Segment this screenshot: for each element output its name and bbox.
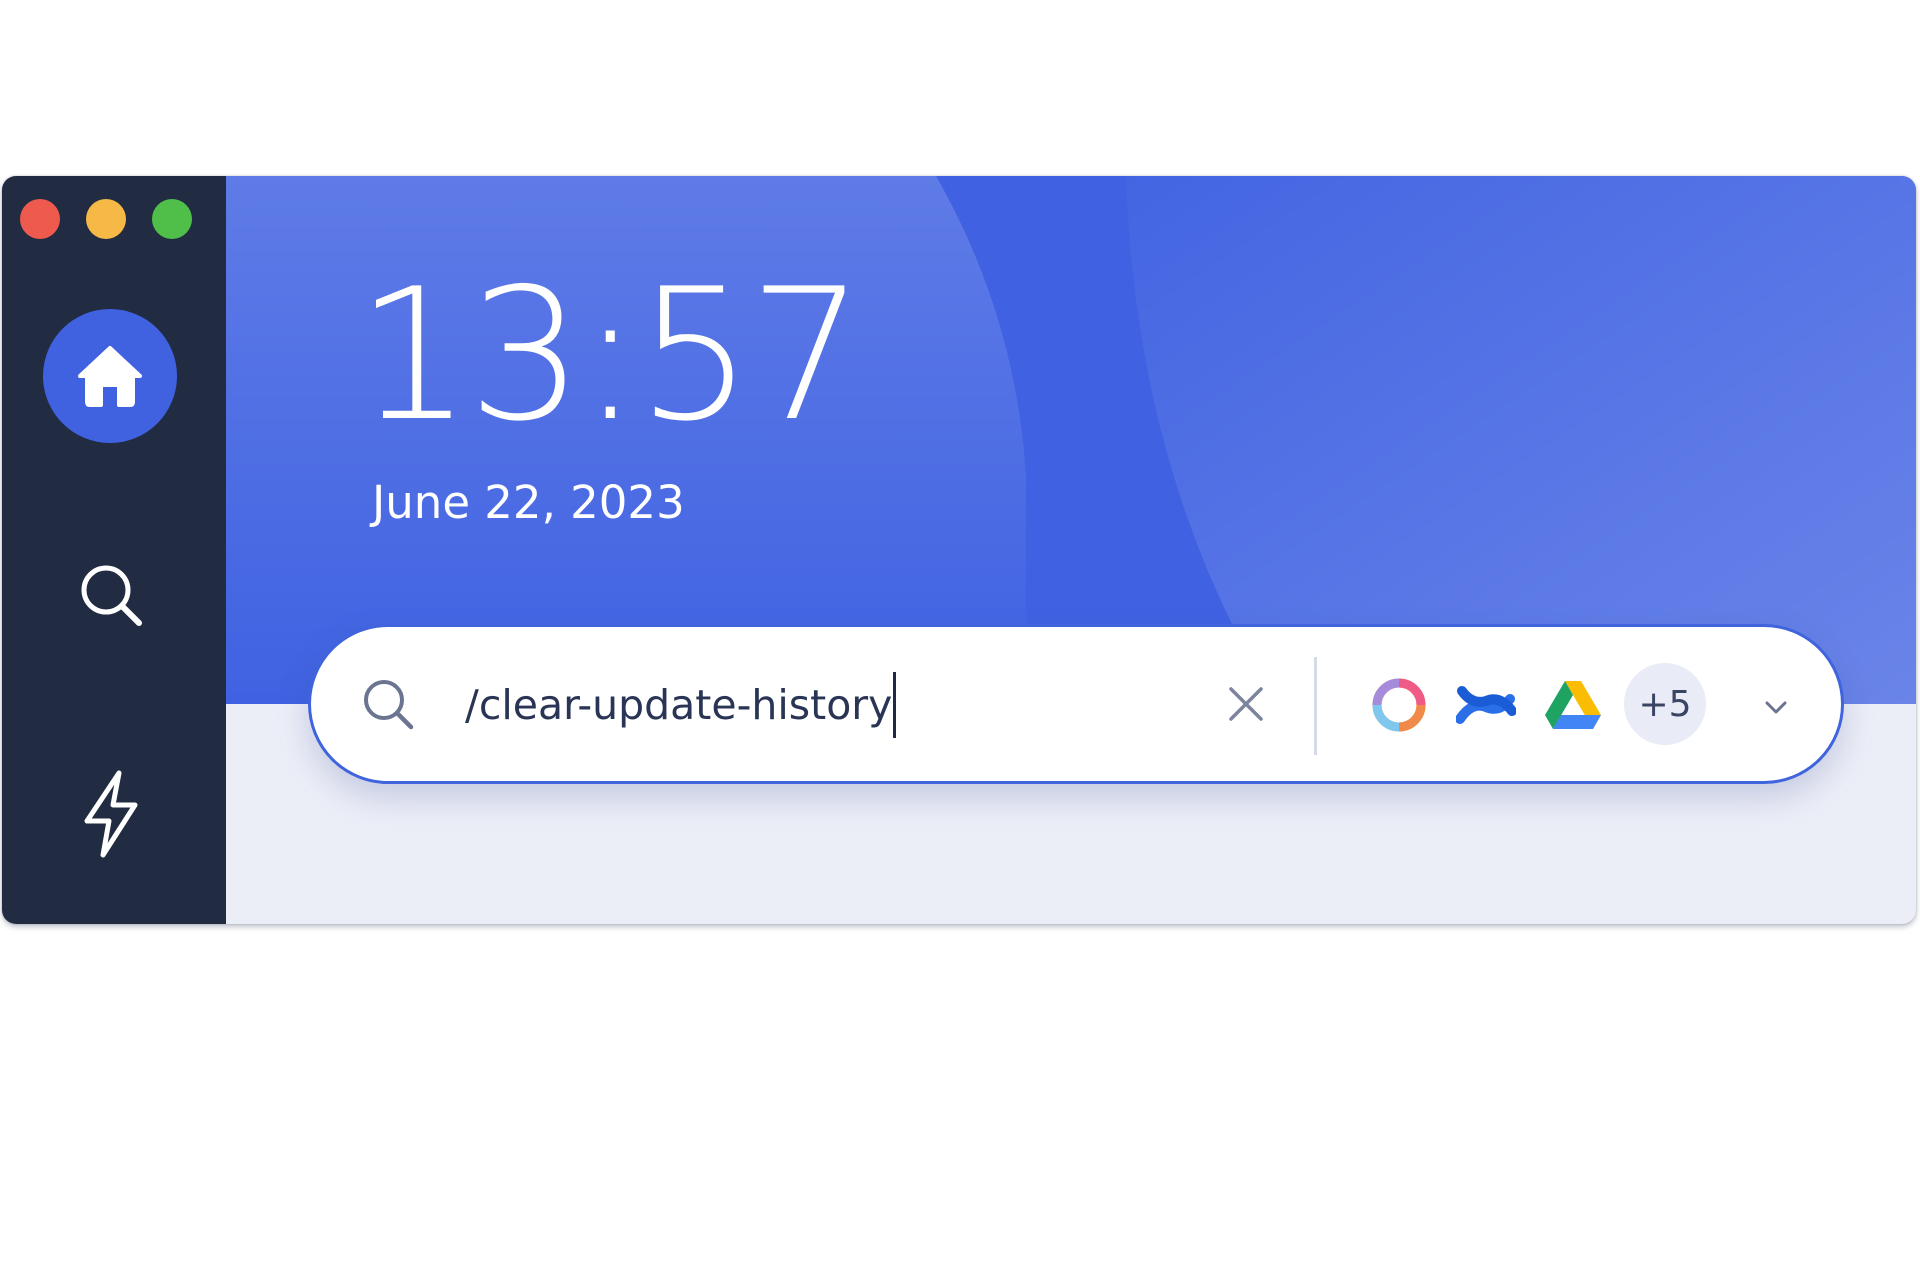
- chevron-down-icon[interactable]: [1759, 693, 1793, 721]
- sidebar-item-search[interactable]: [72, 556, 150, 634]
- colorful-ring-app-icon[interactable]: [1369, 675, 1429, 735]
- google-drive-icon[interactable]: [1543, 675, 1603, 735]
- sidebar-item-home[interactable]: [43, 309, 177, 443]
- sidebar: [2, 176, 226, 924]
- clock-time: 13:57: [356, 249, 864, 461]
- search-icon: [81, 565, 142, 626]
- clock-date: June 22, 2023: [372, 476, 685, 529]
- text-cursor: [893, 672, 897, 738]
- home-icon: [78, 346, 142, 407]
- maximize-window-button[interactable]: [152, 199, 192, 239]
- close-window-button[interactable]: [20, 199, 60, 239]
- confluence-icon[interactable]: [1456, 675, 1516, 735]
- minimize-window-button[interactable]: [86, 199, 126, 239]
- search-input-value: /clear-update-history: [465, 681, 893, 729]
- more-sources-badge[interactable]: +5: [1624, 663, 1706, 745]
- sidebar-item-actions[interactable]: [72, 764, 150, 864]
- app-window: 13:57 June 22, 2023 /clear-update-histor…: [2, 176, 1916, 924]
- search-input[interactable]: /clear-update-history: [465, 663, 897, 747]
- search-bar[interactable]: /clear-update-history +5: [308, 624, 1844, 784]
- search-divider: [1314, 657, 1317, 755]
- search-icon: [364, 680, 414, 730]
- close-icon[interactable]: [1225, 683, 1267, 725]
- lightning-bolt-icon: [84, 770, 138, 858]
